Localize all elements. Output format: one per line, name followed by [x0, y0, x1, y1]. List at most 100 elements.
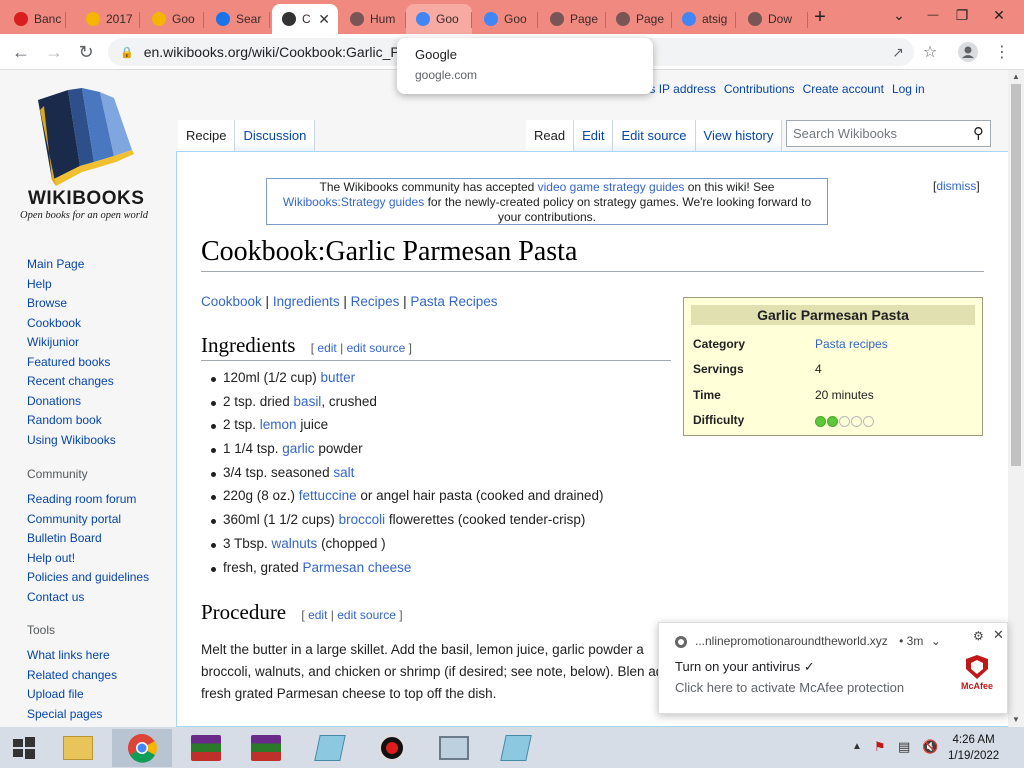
- personal-link[interactable]: Log in: [892, 82, 925, 96]
- share-icon[interactable]: ↗: [886, 40, 910, 64]
- forward-button[interactable]: →: [42, 40, 66, 64]
- profile-avatar-icon[interactable]: [956, 40, 980, 64]
- back-button[interactable]: ←: [9, 40, 33, 64]
- sidebar-link[interactable]: Policies and guidelines: [27, 568, 149, 588]
- sidebar-link[interactable]: Related changes: [27, 666, 117, 686]
- sidebar-link[interactable]: Wikijunior: [27, 333, 116, 353]
- sidebar-link[interactable]: Contact us: [27, 588, 149, 608]
- taskbar-recorder[interactable]: [362, 729, 422, 767]
- new-tab-button[interactable]: +: [797, 0, 843, 34]
- tab-read[interactable]: Read: [526, 120, 575, 151]
- browser-tab[interactable]: atsig: [672, 4, 736, 34]
- sidebar-link[interactable]: Special pages: [27, 705, 117, 725]
- chevron-down-icon[interactable]: ⌄: [931, 634, 941, 648]
- taskbar-winrar[interactable]: [176, 729, 236, 767]
- section-edit-links: [ edit | edit source ]: [301, 608, 403, 622]
- sidebar-link[interactable]: Donations: [27, 392, 116, 412]
- sidebar-link[interactable]: Featured books: [27, 353, 116, 373]
- scroll-down-arrow-icon[interactable]: ▼: [1012, 715, 1020, 724]
- ingredient-link[interactable]: fettuccine: [299, 488, 357, 503]
- tab-view-history[interactable]: View history: [695, 120, 783, 151]
- sidebar-link[interactable]: Upload file: [27, 685, 117, 705]
- sidebar-link[interactable]: Recent changes: [27, 372, 116, 392]
- ingredient-link[interactable]: garlic: [282, 441, 314, 456]
- ingredient-link[interactable]: broccoli: [339, 512, 386, 527]
- notice-link-strategy-guides[interactable]: video game strategy guides: [538, 180, 685, 194]
- category-link[interactable]: Pasta Recipes: [410, 294, 497, 309]
- restore-button[interactable]: ❐: [944, 0, 980, 30]
- browser-tab[interactable]: 2017: [76, 4, 140, 34]
- sidebar-link[interactable]: Cookbook: [27, 314, 116, 334]
- sidebar-link[interactable]: Bulletin Board: [27, 529, 149, 549]
- wikibooks-logo[interactable]: WIKIBOOKS Open books for an open world: [18, 88, 160, 223]
- search-icon[interactable]: ⚲: [973, 124, 984, 142]
- sidebar: WIKIBOOKS Open books for an open world M…: [0, 70, 176, 727]
- taskbar-winrar-2[interactable]: [236, 729, 296, 767]
- ingredient-link[interactable]: butter: [321, 370, 356, 385]
- sidebar-link[interactable]: Reading room forum: [27, 490, 149, 510]
- taskbar-chrome[interactable]: [112, 729, 172, 767]
- taskbar-notepad[interactable]: [300, 729, 360, 767]
- sidebar-link[interactable]: Main Page: [27, 255, 116, 275]
- close-tab-icon[interactable]: ✕: [318, 11, 330, 28]
- search-input[interactable]: Search Wikibooks ⚲: [786, 120, 991, 147]
- browser-tab[interactable]: Goo: [142, 4, 204, 34]
- edit-link[interactable]: edit: [317, 341, 336, 355]
- personal-link[interactable]: Create account: [803, 82, 884, 96]
- browser-tab[interactable]: Banc: [4, 4, 66, 34]
- browser-tab[interactable]: C ✕: [272, 4, 338, 34]
- taskbar-file-explorer[interactable]: [48, 729, 108, 767]
- tray-network-icon[interactable]: ▤: [898, 739, 910, 755]
- edit-link[interactable]: edit: [308, 608, 327, 622]
- start-button[interactable]: [0, 729, 48, 767]
- tab-edit-source[interactable]: Edit source: [613, 120, 696, 151]
- browser-tab[interactable]: Goo: [474, 4, 538, 34]
- scrollbar-thumb[interactable]: [1011, 84, 1021, 466]
- edit-source-link[interactable]: edit source: [337, 608, 396, 622]
- browser-tab[interactable]: Page: [606, 4, 672, 34]
- tab-discussion[interactable]: Discussion: [235, 120, 316, 151]
- ingredient-link[interactable]: walnuts: [272, 536, 318, 551]
- close-icon[interactable]: ✕: [993, 627, 1004, 643]
- browser-tab[interactable]: Goo: [406, 4, 472, 34]
- personal-link[interactable]: Contributions: [724, 82, 795, 96]
- browser-tab[interactable]: Hum: [340, 4, 406, 34]
- tray-chevron-up-icon[interactable]: ▲: [852, 741, 862, 752]
- taskbar-notepad-2[interactable]: [486, 729, 546, 767]
- category-link[interactable]: Cookbook: [201, 294, 262, 309]
- sidebar-link[interactable]: What links here: [27, 646, 117, 666]
- taskbar-monitor[interactable]: [424, 729, 484, 767]
- sidebar-link[interactable]: Help: [27, 275, 116, 295]
- close-window-button[interactable]: ✕: [976, 0, 1022, 30]
- tab-edit[interactable]: Edit: [574, 120, 614, 151]
- tray-flag-icon[interactable]: ⚑: [874, 739, 886, 755]
- tab-recipe[interactable]: Recipe: [178, 120, 236, 151]
- category-value-link[interactable]: Pasta recipes: [815, 337, 888, 351]
- browser-tab[interactable]: Sear: [206, 4, 270, 34]
- category-link[interactable]: Recipes: [351, 294, 400, 309]
- bookmark-star-icon[interactable]: ☆: [918, 40, 942, 64]
- dismiss-link[interactable]: [dismiss]: [933, 179, 980, 193]
- dismiss-label[interactable]: dismiss: [936, 179, 976, 193]
- reload-button[interactable]: ↻: [74, 40, 98, 64]
- sidebar-link[interactable]: Help out!: [27, 549, 149, 569]
- browser-tab[interactable]: Page: [540, 4, 606, 34]
- system-clock[interactable]: 4:26 AM 1/19/2022: [948, 732, 999, 764]
- category-link[interactable]: Ingredients: [273, 294, 340, 309]
- tray-volume-muted-icon[interactable]: 🔇: [922, 739, 938, 755]
- notice-link-policy[interactable]: Wikibooks:Strategy guides: [283, 195, 424, 209]
- browser-menu-icon[interactable]: ⋮: [990, 40, 1014, 64]
- edit-source-link[interactable]: edit source: [347, 341, 406, 355]
- settings-gear-icon[interactable]: ⚙: [973, 629, 984, 643]
- scroll-up-arrow-icon[interactable]: ▲: [1012, 72, 1020, 81]
- sidebar-link[interactable]: Community portal: [27, 510, 149, 530]
- page-scrollbar[interactable]: ▲ ▼: [1008, 70, 1024, 727]
- ingredient-link[interactable]: lemon: [260, 417, 297, 432]
- ingredient-link[interactable]: Parmesan cheese: [303, 560, 412, 575]
- sidebar-link[interactable]: Random book: [27, 411, 116, 431]
- notification-toast[interactable]: ...nlinepromotionaroundtheworld.xyz • 3m…: [658, 622, 1008, 714]
- sidebar-link[interactable]: Using Wikibooks: [27, 431, 116, 451]
- ingredient-link[interactable]: salt: [333, 465, 354, 480]
- sidebar-link[interactable]: Browse: [27, 294, 116, 314]
- ingredient-link[interactable]: basil: [294, 394, 322, 409]
